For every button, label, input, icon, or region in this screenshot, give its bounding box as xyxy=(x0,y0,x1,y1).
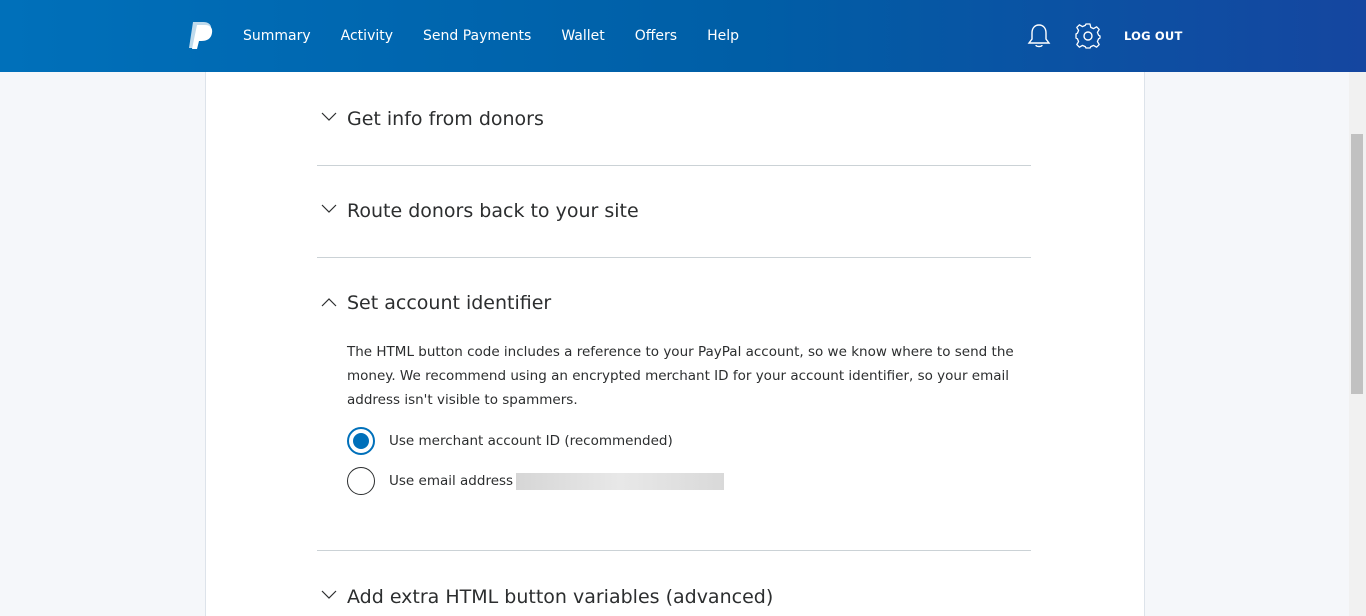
section-add-extra-variables[interactable]: Add extra HTML button variables (advance… xyxy=(317,584,1031,614)
section-title: Route donors back to your site xyxy=(347,200,639,222)
nav-activity[interactable]: Activity xyxy=(341,28,393,44)
section-get-info-from-donors[interactable]: Get info from donors xyxy=(317,106,1031,136)
merchant-id-radio[interactable] xyxy=(347,427,375,455)
section-set-account-identifier[interactable]: Set account identifier xyxy=(317,290,1031,320)
logout-button[interactable]: LOG OUT xyxy=(1124,29,1183,43)
bell-icon[interactable] xyxy=(1027,23,1051,49)
option-email-address[interactable]: Use email address xyxy=(347,467,725,495)
nav-help[interactable]: Help xyxy=(707,28,739,44)
scrollbar-thumb[interactable] xyxy=(1351,134,1363,394)
chevron-down-icon xyxy=(321,204,337,213)
account-identifier-description: The HTML button code includes a referenc… xyxy=(347,344,1014,408)
option-merchant-account-id[interactable]: Use merchant account ID (recommended) xyxy=(347,427,673,455)
section-title: Set account identifier xyxy=(347,292,552,314)
chevron-down-icon xyxy=(321,590,337,599)
nav-offers[interactable]: Offers xyxy=(635,28,677,44)
chevron-down-icon xyxy=(321,112,337,121)
section-title: Get info from donors xyxy=(347,108,544,130)
section-divider xyxy=(317,165,1031,166)
section-divider xyxy=(317,550,1031,551)
email-address-radio[interactable] xyxy=(347,467,375,495)
main-nav: Summary Activity Send Payments Wallet Of… xyxy=(243,0,769,72)
chevron-up-icon xyxy=(321,298,337,307)
nav-summary[interactable]: Summary xyxy=(243,28,311,44)
section-route-donors-back[interactable]: Route donors back to your site xyxy=(317,198,1031,228)
page-scrollbar[interactable] xyxy=(1349,72,1366,616)
paypal-logo-icon[interactable] xyxy=(188,21,214,49)
gear-icon[interactable] xyxy=(1075,23,1101,49)
section-divider xyxy=(317,257,1031,258)
top-navigation-bar: Summary Activity Send Payments Wallet Of… xyxy=(0,0,1366,72)
radio-label: Use merchant account ID (recommended) xyxy=(389,433,673,449)
radio-label: Use email address xyxy=(389,473,514,489)
section-title: Add extra HTML button variables (advance… xyxy=(347,586,774,608)
nav-send-payments[interactable]: Send Payments xyxy=(423,28,531,44)
redacted-email xyxy=(516,472,725,490)
nav-wallet[interactable]: Wallet xyxy=(561,28,604,44)
